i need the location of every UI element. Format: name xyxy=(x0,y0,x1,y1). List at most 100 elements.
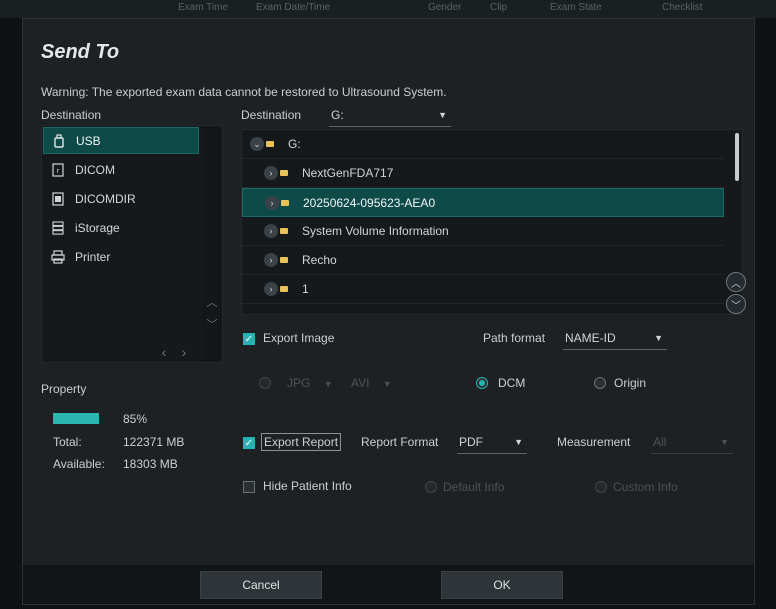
printer-icon xyxy=(51,249,65,264)
jpg-label: JPG xyxy=(287,376,311,390)
destination-item-label: USB xyxy=(76,133,101,148)
dropdown-caret-icon: ▼ xyxy=(654,333,663,343)
tree-row-label: 20250624-095623-AEA0 xyxy=(303,195,436,210)
tree-row-nextgen[interactable]: › NextGenFDA717 xyxy=(242,159,724,188)
chevron-down-icon[interactable]: ﹀ xyxy=(726,294,746,314)
ok-button[interactable]: OK xyxy=(441,571,563,599)
expand-icon[interactable]: › xyxy=(265,195,279,210)
destination-item-dicomdir[interactable]: DICOMDIR xyxy=(43,185,199,212)
dicom-icon: r xyxy=(51,162,65,177)
destination-item-istorage[interactable]: iStorage xyxy=(43,214,199,241)
export-report-checkbox[interactable]: ✓ xyxy=(243,437,255,449)
tree-row-drive[interactable]: ⌄ G: xyxy=(242,130,724,159)
default-info-label: Default Info xyxy=(443,480,505,494)
warning-text: Warning: The exported exam data cannot b… xyxy=(41,85,447,99)
measurement-label: Measurement xyxy=(557,435,631,449)
destination-item-printer[interactable]: Printer xyxy=(43,243,199,270)
path-format-value: NAME-ID xyxy=(565,331,616,345)
tree-row-recho[interactable]: › Recho xyxy=(242,246,724,275)
svg-text:r: r xyxy=(57,167,60,175)
bg-col-clip: Clip xyxy=(490,2,508,13)
tree-destination-label: Destination xyxy=(241,108,302,122)
folder-icon xyxy=(281,199,289,206)
dcm-radio[interactable] xyxy=(476,377,488,389)
tree-row-1[interactable]: › 1 xyxy=(242,275,724,304)
destination-item-dicom[interactable]: r DICOM xyxy=(43,156,199,183)
hide-patient-checkbox[interactable] xyxy=(243,481,255,493)
jpg-select[interactable]: JPG ▼ xyxy=(287,376,333,390)
expand-icon[interactable]: › xyxy=(264,282,278,296)
expand-icon[interactable]: › xyxy=(264,224,278,238)
tree-row-system-volume[interactable]: › System Volume Information xyxy=(242,217,724,246)
available-value: 18303 MB xyxy=(123,457,178,471)
drive-select[interactable]: G: ▼ xyxy=(329,108,451,127)
destination-item-label: iStorage xyxy=(75,220,120,235)
path-format-label: Path format xyxy=(483,331,546,345)
bg-col-exam-state: Exam State xyxy=(550,2,602,13)
image-format-radio[interactable] xyxy=(259,377,271,389)
chevron-right-icon[interactable]: › xyxy=(176,344,192,360)
chevron-up-icon[interactable]: ︿ xyxy=(726,272,746,292)
destination-item-label: DICOM xyxy=(75,162,115,177)
export-report-label: Export Report xyxy=(261,433,342,451)
hide-patient-label: Hide Patient Info xyxy=(263,479,352,493)
report-format-label: Report Format xyxy=(361,435,439,449)
tree-row-selected-folder[interactable]: › 20250624-095623-AEA0 xyxy=(242,188,724,217)
chevron-down-icon[interactable]: ﹀ xyxy=(203,316,221,334)
send-to-dialog: Send To Warning: The exported exam data … xyxy=(22,18,755,605)
tree-row-label: NextGenFDA717 xyxy=(302,166,394,180)
folder-icon xyxy=(280,170,288,176)
background-table-header: Exam Time Exam Date/Time Gender Clip Exa… xyxy=(0,0,776,18)
storage-usage-bar xyxy=(53,413,107,424)
report-format-select[interactable]: PDF ▼ xyxy=(457,435,527,454)
expand-icon[interactable]: › xyxy=(264,253,278,267)
dropdown-caret-icon: ▼ xyxy=(720,437,729,447)
avi-label: AVI xyxy=(351,376,370,390)
storage-icon xyxy=(51,220,65,235)
chevron-up-icon[interactable]: ︿ xyxy=(203,294,221,312)
folder-icon xyxy=(266,141,274,147)
folder-tree: ⌄ G: › NextGenFDA717 › 20250624-095623-A… xyxy=(241,129,743,315)
avi-select[interactable]: AVI ▼ xyxy=(351,376,392,390)
dropdown-caret-icon: ▼ xyxy=(382,379,392,389)
path-format-select[interactable]: NAME-ID ▼ xyxy=(563,331,667,350)
expand-icon[interactable]: ⌄ xyxy=(250,137,264,151)
measurement-value: All xyxy=(653,435,667,449)
dcm-label: DCM xyxy=(498,376,526,390)
dropdown-caret-icon: ▼ xyxy=(514,437,523,447)
origin-radio[interactable] xyxy=(594,377,606,389)
bg-col-exam-time: Exam Time xyxy=(178,2,229,13)
expand-icon[interactable]: › xyxy=(264,166,278,180)
total-value: 122371 MB xyxy=(123,435,185,449)
destination-item-label: Printer xyxy=(75,249,111,264)
destination-item-usb[interactable]: USB xyxy=(43,127,199,154)
dropdown-caret-icon: ▼ xyxy=(438,110,447,120)
bg-col-gender: Gender xyxy=(428,2,462,13)
default-info-radio[interactable] xyxy=(425,481,437,493)
bg-col-exam-date: Exam Date/Time xyxy=(256,2,331,13)
storage-usage-fill xyxy=(53,413,99,424)
measurement-select[interactable]: All ▼ xyxy=(651,435,733,454)
tree-scrollbar-thumb[interactable] xyxy=(735,133,739,181)
tree-row-label: 1 xyxy=(302,282,309,296)
bg-col-checklist: Checklist xyxy=(662,2,703,13)
origin-label: Origin xyxy=(614,376,647,390)
property-label: Property xyxy=(41,382,87,396)
destination-item-label: DICOMDIR xyxy=(75,191,136,206)
export-image-checkbox[interactable]: ✓ xyxy=(243,333,255,345)
available-label: Available: xyxy=(53,457,105,471)
folder-icon xyxy=(280,286,288,292)
destination-list: USB r DICOM DICOMDIR iStorage Printer ︿ … xyxy=(41,125,223,363)
dialog-footer: Cancel OK xyxy=(23,565,754,604)
custom-info-radio[interactable] xyxy=(595,481,607,493)
dicomdir-icon xyxy=(51,191,65,206)
custom-info-label: Custom Info xyxy=(613,480,678,494)
cancel-button[interactable]: Cancel xyxy=(200,571,322,599)
chevron-left-icon[interactable]: ‹ xyxy=(156,344,172,360)
destination-label: Destination xyxy=(41,108,102,122)
folder-icon xyxy=(280,257,288,263)
export-image-label: Export Image xyxy=(263,331,335,345)
drive-select-value: G: xyxy=(331,108,344,122)
tree-row-label: G: xyxy=(288,137,301,151)
dropdown-caret-icon: ▼ xyxy=(323,379,333,389)
